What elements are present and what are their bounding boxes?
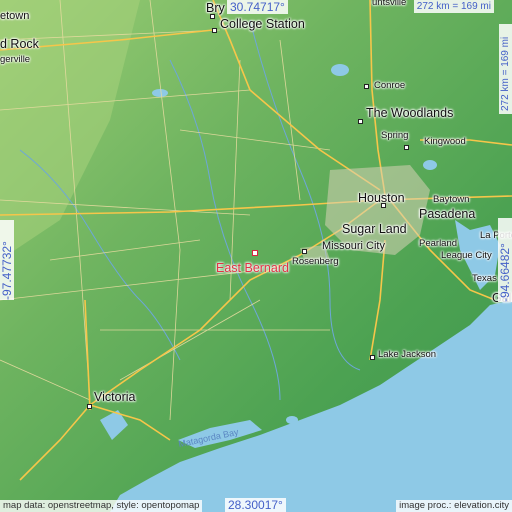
right-longitude-label: -94.66482° — [498, 243, 512, 302]
lake — [152, 89, 168, 97]
focus-place-label[interactable]: East Bernard — [216, 261, 289, 275]
place-the-woodlands-dot — [358, 119, 363, 124]
place-georgetown[interactable]: etown — [0, 10, 29, 23]
lake-conroe — [331, 64, 349, 76]
place-bryan-dot — [210, 14, 215, 19]
right-longitude-box: -94.66482° — [498, 218, 512, 302]
place-conroe-dot — [364, 84, 369, 89]
left-longitude-label: -97.47732° — [0, 241, 14, 300]
place-kingwood[interactable]: Kingwood — [424, 136, 466, 147]
place-baytown[interactable]: Baytown — [433, 194, 469, 205]
place-rosenberg-dot — [302, 249, 307, 254]
place-victoria[interactable]: Victoria — [94, 390, 135, 405]
terrain-layer — [0, 0, 512, 512]
vertical-scale-box: 272 km = 169 mi — [499, 24, 512, 114]
place-sugar-land[interactable]: Sugar Land — [342, 222, 407, 237]
place-victoria-dot — [87, 404, 92, 409]
place-lake-jackson-dot — [370, 355, 375, 360]
place-college-station-dot — [212, 28, 217, 33]
place-lake-jackson[interactable]: Lake Jackson — [378, 349, 436, 360]
place-texas-city[interactable]: Texas — [472, 273, 497, 284]
place-conroe[interactable]: Conroe — [374, 80, 405, 91]
place-the-woodlands[interactable]: The Woodlands — [366, 106, 453, 121]
place-kingwood-dot — [404, 145, 409, 150]
horizontal-scale: 272 km = 169 mi — [413, 0, 494, 13]
place-round-rock[interactable]: d Rock — [0, 37, 39, 52]
image-credit: image proc.: elevation.city — [396, 500, 512, 512]
place-pasadena[interactable]: Pasadena — [419, 207, 475, 222]
place-bryan[interactable]: Bry — [206, 1, 225, 16]
place-spring[interactable]: Spring — [381, 130, 408, 141]
focus-location-marker[interactable] — [252, 250, 258, 256]
map-credit: map data: openstreetmap, style: opentopo… — [0, 500, 203, 512]
bottom-latitude-label: 28.30017° — [225, 498, 286, 512]
top-latitude-label: 30.74717° — [227, 0, 288, 14]
lake-houston — [423, 160, 437, 170]
place-pearland[interactable]: Pearland — [419, 238, 457, 249]
place-missouri-city[interactable]: Missouri City — [322, 240, 385, 253]
vertical-scale: 272 km = 169 mi — [500, 36, 511, 111]
map-canvas[interactable]: Bry College Station etown d Rock gervill… — [0, 0, 512, 512]
lake — [286, 416, 298, 424]
place-houston-dot — [381, 203, 386, 208]
place-rosenberg[interactable]: Rosenberg — [292, 256, 338, 267]
place-league-city[interactable]: League City — [441, 250, 492, 261]
place-pflugerville[interactable]: gerville — [0, 54, 30, 65]
place-huntsville[interactable]: untsville — [372, 0, 406, 8]
place-college-station[interactable]: College Station — [220, 17, 305, 32]
left-longitude-box: -97.47732° — [0, 220, 14, 300]
